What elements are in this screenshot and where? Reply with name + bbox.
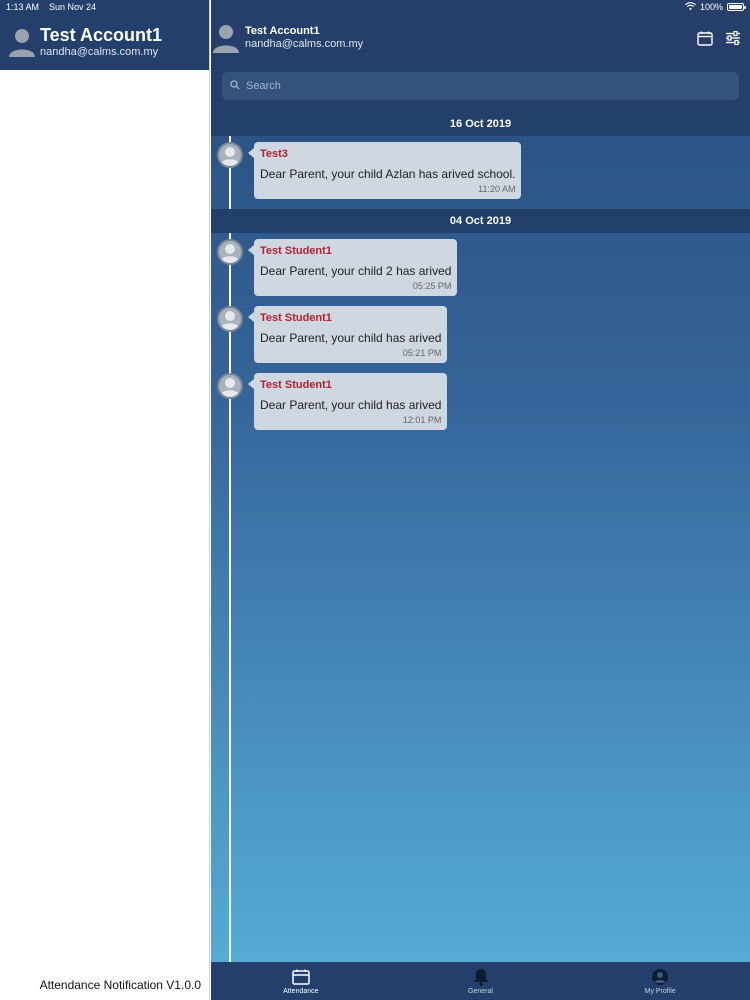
calendar-icon (292, 968, 310, 986)
avatar-icon (217, 239, 243, 265)
message-group: 16 Oct 2019 Test3 Dear Parent, your chil… (211, 112, 750, 199)
calendar-icon[interactable] (696, 29, 714, 47)
status-date: Sun Nov 24 (49, 2, 97, 12)
tab-label: General (468, 987, 493, 995)
message-time: 11:20 AM (478, 184, 516, 194)
message-bubble[interactable]: Test3 Dear Parent, your child Azlan has … (247, 142, 522, 199)
message-time: 05:21 PM (402, 348, 442, 358)
message-text: Dear Parent, your child Azlan has arived… (260, 167, 516, 181)
message-group: 04 Oct 2019 Test Student1 Dear Parent, y… (211, 209, 750, 430)
message-time: 05:25 PM (412, 281, 452, 291)
tab-my-profile[interactable]: My Profile (570, 962, 750, 1000)
message-text: Dear Parent, your child has arived (260, 398, 442, 412)
avatar-icon (217, 142, 243, 168)
avatar-icon (217, 306, 243, 332)
header-account: Test Account1 nandha@calms.com.my (245, 25, 363, 51)
search-bar (211, 62, 750, 112)
tab-attendance[interactable]: Attendance (211, 962, 391, 1000)
date-separator: 04 Oct 2019 (211, 209, 750, 233)
message-row[interactable]: Test3 Dear Parent, your child Azlan has … (211, 142, 750, 199)
filter-sliders-icon[interactable] (724, 29, 742, 47)
tab-label: Attendance (283, 987, 319, 995)
search-input[interactable] (246, 80, 706, 92)
search-box[interactable] (222, 72, 739, 100)
message-sender: Test Student1 (260, 379, 332, 391)
avatar-icon (8, 26, 36, 58)
message-sender: Test3 (260, 148, 288, 160)
header-account-name: Test Account1 (245, 25, 320, 37)
search-icon (230, 77, 240, 95)
main-panel: Test Account1 nandha@calms.com.my 16 Oct… (211, 0, 750, 1000)
side-drawer: Test Account1 nandha@calms.com.my Attend… (0, 0, 210, 1000)
tab-label: My Profile (644, 987, 676, 995)
app-version: Attendance Notification V1.0.0 (39, 978, 201, 992)
bell-icon (473, 968, 489, 986)
message-row[interactable]: Test Student1 Dear Parent, your child ha… (211, 306, 750, 363)
wifi-icon (685, 2, 696, 12)
message-sender: Test Student1 (260, 312, 332, 324)
message-sender: Test Student1 (260, 245, 332, 257)
drawer-account: Test Account1 nandha@calms.com.my (40, 25, 162, 59)
tab-bar: Attendance General My Profile (211, 962, 750, 1000)
message-bubble[interactable]: Test Student1 Dear Parent, your child 2 … (247, 239, 458, 296)
message-bubble[interactable]: Test Student1 Dear Parent, your child ha… (247, 306, 448, 363)
date-separator: 16 Oct 2019 (211, 112, 750, 136)
message-text: Dear Parent, your child 2 has arived (260, 264, 452, 278)
message-text: Dear Parent, your child has arived (260, 331, 442, 345)
profile-icon (651, 968, 669, 986)
status-time: 1:13 AM (6, 2, 40, 12)
message-time: 12:01 PM (402, 415, 442, 425)
header-actions (696, 29, 742, 47)
message-row[interactable]: Test Student1 Dear Parent, your child ha… (211, 373, 750, 430)
header-account-email: nandha@calms.com.my (245, 38, 364, 50)
status-bar: 1:13 AM Sun Nov 24 100% (0, 0, 750, 14)
battery-percent: 100% (699, 2, 723, 12)
drawer-account-name: Test Account1 (40, 25, 163, 45)
drawer-account-email: nandha@calms.com.my (40, 46, 159, 58)
message-row[interactable]: Test Student1 Dear Parent, your child 2 … (211, 239, 750, 296)
tab-general[interactable]: General (391, 962, 571, 1000)
avatar-icon (217, 373, 243, 399)
status-right: 100% (685, 2, 746, 12)
battery-icon (727, 3, 746, 11)
message-bubble[interactable]: Test Student1 Dear Parent, your child ha… (247, 373, 448, 430)
avatar-icon[interactable] (211, 22, 241, 54)
